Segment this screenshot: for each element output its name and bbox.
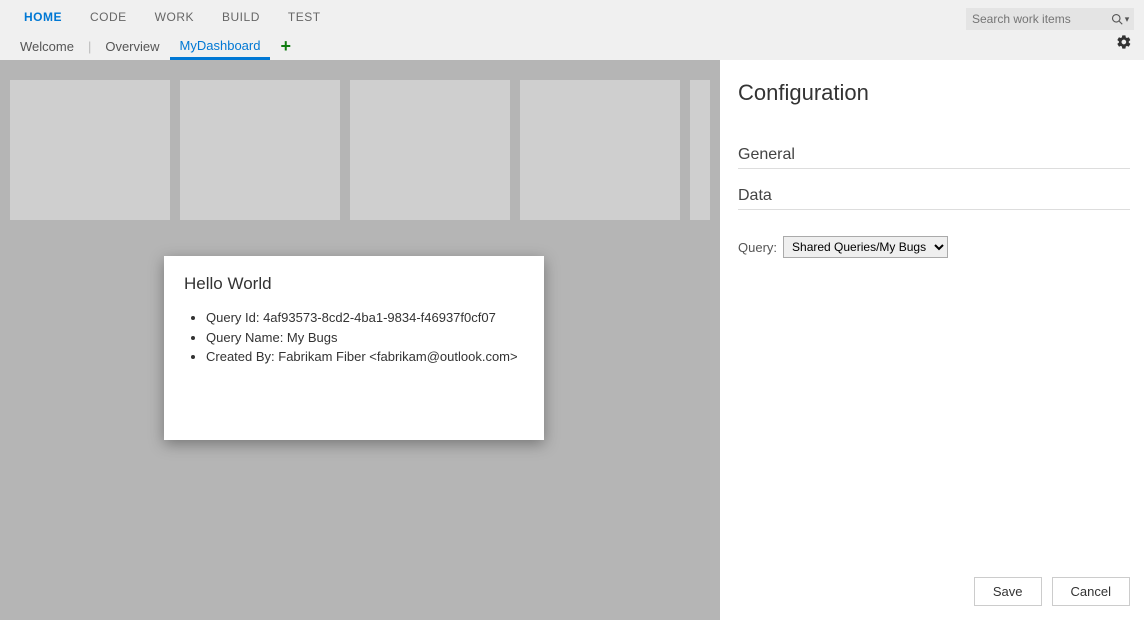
dashboard-tile[interactable] [10, 80, 170, 220]
config-panel: Configuration General Data Query: Shared… [720, 60, 1144, 620]
query-label: Query: [738, 240, 777, 255]
search-area: ▾ [966, 8, 1134, 30]
dashboard-tile[interactable] [180, 80, 340, 220]
dashboard-tile[interactable] [350, 80, 510, 220]
top-bar: HOME CODE WORK BUILD TEST ▾ Welcome | Ov… [0, 0, 1144, 60]
tab-overview[interactable]: Overview [95, 33, 169, 60]
widget-popup: Hello World Query Id: 4af93573-8cd2-4ba1… [164, 256, 544, 440]
chevron-down-icon: ▾ [1125, 14, 1130, 25]
content-area: Hello World Query Id: 4af93573-8cd2-4ba1… [0, 60, 1144, 620]
cancel-button[interactable]: Cancel [1052, 577, 1130, 606]
tab-welcome[interactable]: Welcome [10, 33, 84, 60]
add-tab-button[interactable]: + [270, 34, 301, 59]
search-icon [1111, 13, 1123, 25]
widget-detail-list: Query Id: 4af93573-8cd2-4ba1-9834-f46937… [184, 308, 524, 367]
nav-work[interactable]: WORK [141, 6, 208, 28]
nav-build[interactable]: BUILD [208, 6, 274, 28]
gear-icon [1116, 34, 1132, 50]
tab-divider: | [84, 39, 95, 54]
secondary-nav: Welcome | Overview MyDashboard + [0, 28, 1144, 60]
nav-code[interactable]: CODE [76, 6, 141, 28]
query-select[interactable]: Shared Queries/My Bugs [783, 236, 948, 258]
save-button[interactable]: Save [974, 577, 1042, 606]
query-field-row: Query: Shared Queries/My Bugs [738, 236, 1130, 258]
widget-line-query-name: Query Name: My Bugs [206, 328, 524, 348]
widget-line-query-id: Query Id: 4af93573-8cd2-4ba1-9834-f46937… [206, 308, 524, 328]
panel-footer: Save Cancel [974, 577, 1130, 606]
search-button[interactable]: ▾ [1106, 8, 1134, 30]
dashboard-tile[interactable] [520, 80, 680, 220]
nav-home[interactable]: HOME [10, 6, 76, 28]
widget-line-created-by: Created By: Fabrikam Fiber <fabrikam@out… [206, 347, 524, 367]
widget-title: Hello World [184, 274, 524, 294]
config-title: Configuration [738, 80, 1130, 106]
settings-button[interactable] [1116, 34, 1132, 53]
search-input[interactable] [966, 8, 1106, 30]
dashboard-tile[interactable] [690, 80, 710, 220]
tab-mydashboard[interactable]: MyDashboard [170, 32, 271, 60]
dashboard-canvas: Hello World Query Id: 4af93573-8cd2-4ba1… [0, 60, 720, 620]
section-data[interactable]: Data [738, 187, 1130, 210]
section-general[interactable]: General [738, 146, 1130, 169]
nav-test[interactable]: TEST [274, 6, 335, 28]
